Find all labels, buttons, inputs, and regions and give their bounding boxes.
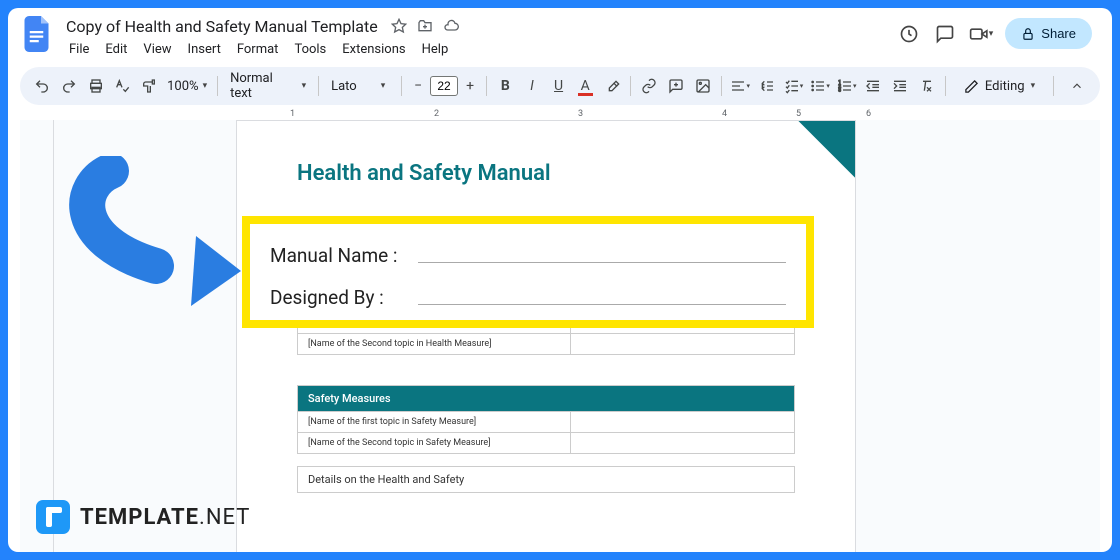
star-icon[interactable]: [390, 17, 408, 35]
paint-format-button[interactable]: [137, 73, 162, 99]
line-spacing-button[interactable]: [755, 73, 780, 99]
font-family-select[interactable]: Lato▾: [325, 79, 395, 94]
underline-button[interactable]: U: [546, 73, 571, 99]
callout-designed-by-label: Designed By :: [270, 286, 418, 309]
share-label: Share: [1041, 26, 1076, 41]
toolbar: 100%▾ Normal text▾ Lato▾ − + B I U A ▾ ▾…: [20, 67, 1100, 105]
separator: [1053, 76, 1054, 96]
watermark-text: TEMPLATE.NET: [80, 505, 250, 530]
separator: [486, 76, 487, 96]
menu-extensions[interactable]: Extensions: [335, 38, 412, 61]
decrease-indent-button[interactable]: [861, 73, 886, 99]
separator: [401, 76, 402, 96]
separator: [630, 76, 631, 96]
numbered-list-button[interactable]: 123▾: [834, 73, 859, 99]
checklist-button[interactable]: ▾: [781, 73, 806, 99]
watermark: TEMPLATE.NET: [36, 500, 250, 534]
highlight-button[interactable]: [600, 73, 625, 99]
header: Copy of Health and Safety Manual Templat…: [8, 8, 1112, 61]
safety-table: Safety Measures [Name of the first topic…: [297, 385, 795, 454]
font-size-input[interactable]: [430, 76, 458, 96]
document-title[interactable]: Copy of Health and Safety Manual Templat…: [62, 16, 382, 37]
doc-heading: Health and Safety Manual: [297, 161, 795, 186]
menu-file[interactable]: File: [62, 38, 96, 61]
header-right: ▾ Share: [897, 16, 1100, 49]
vertical-ruler[interactable]: [20, 120, 54, 552]
menu-view[interactable]: View: [136, 38, 178, 61]
docs-logo[interactable]: [20, 16, 56, 52]
page-corner-decoration: [775, 121, 855, 201]
callout-line: [418, 289, 786, 305]
table-row: [Name of the Second topic in Safety Meas…: [298, 433, 795, 454]
separator: [721, 76, 722, 96]
cloud-status-icon[interactable]: [442, 17, 460, 35]
redo-button[interactable]: [57, 73, 82, 99]
spellcheck-button[interactable]: [110, 73, 135, 99]
menu-bar: File Edit View Insert Format Tools Exten…: [62, 38, 897, 61]
editing-mode-button[interactable]: Editing ▾: [956, 75, 1043, 98]
callout-manual-name-label: Manual Name :: [270, 244, 418, 267]
align-button[interactable]: ▾: [728, 73, 753, 99]
print-button[interactable]: [83, 73, 108, 99]
menu-tools[interactable]: Tools: [287, 38, 333, 61]
details-row: Details on the Health and Safety: [297, 466, 795, 493]
add-comment-button[interactable]: [664, 73, 689, 99]
link-button[interactable]: [637, 73, 662, 99]
table-row: [Name of the Second topic in Health Meas…: [298, 334, 795, 355]
meet-icon[interactable]: ▾: [969, 22, 993, 46]
document-page[interactable]: Health and Safety Manual Health Measures…: [236, 120, 856, 552]
increase-indent-button[interactable]: [888, 73, 913, 99]
clear-format-button[interactable]: [914, 73, 939, 99]
menu-insert[interactable]: Insert: [181, 38, 228, 61]
separator: [217, 76, 218, 96]
menu-edit[interactable]: Edit: [98, 38, 134, 61]
bulleted-list-button[interactable]: ▾: [808, 73, 833, 99]
table-row: [Name of the first topic in Safety Measu…: [298, 412, 795, 433]
decrease-font-button[interactable]: −: [408, 75, 428, 97]
highlight-callout: Manual Name : Designed By :: [242, 216, 814, 328]
menu-help[interactable]: Help: [415, 38, 456, 61]
paragraph-style-select[interactable]: Normal text▾: [224, 71, 312, 101]
arrow-icon: [56, 156, 246, 306]
menu-format[interactable]: Format: [230, 38, 286, 61]
share-button[interactable]: Share: [1005, 18, 1092, 49]
callout-line: [418, 247, 786, 263]
title-area: Copy of Health and Safety Manual Templat…: [62, 16, 897, 61]
increase-font-button[interactable]: +: [460, 75, 480, 97]
bold-button[interactable]: B: [493, 73, 518, 99]
comments-icon[interactable]: [933, 22, 957, 46]
template-logo-icon: [36, 500, 70, 534]
history-icon[interactable]: [897, 22, 921, 46]
undo-button[interactable]: [30, 73, 55, 99]
app-frame: Copy of Health and Safety Manual Templat…: [8, 8, 1112, 552]
separator: [945, 76, 946, 96]
insert-image-button[interactable]: [690, 73, 715, 99]
separator: [318, 76, 319, 96]
font-size-control: − +: [408, 75, 480, 97]
italic-button[interactable]: I: [520, 73, 545, 99]
zoom-select[interactable]: 100%▾: [163, 79, 211, 94]
svg-text:3: 3: [838, 87, 841, 93]
text-color-button[interactable]: A: [573, 73, 598, 99]
collapse-toolbar-button[interactable]: [1064, 73, 1090, 99]
safety-header: Safety Measures: [298, 386, 795, 412]
move-icon[interactable]: [416, 17, 434, 35]
